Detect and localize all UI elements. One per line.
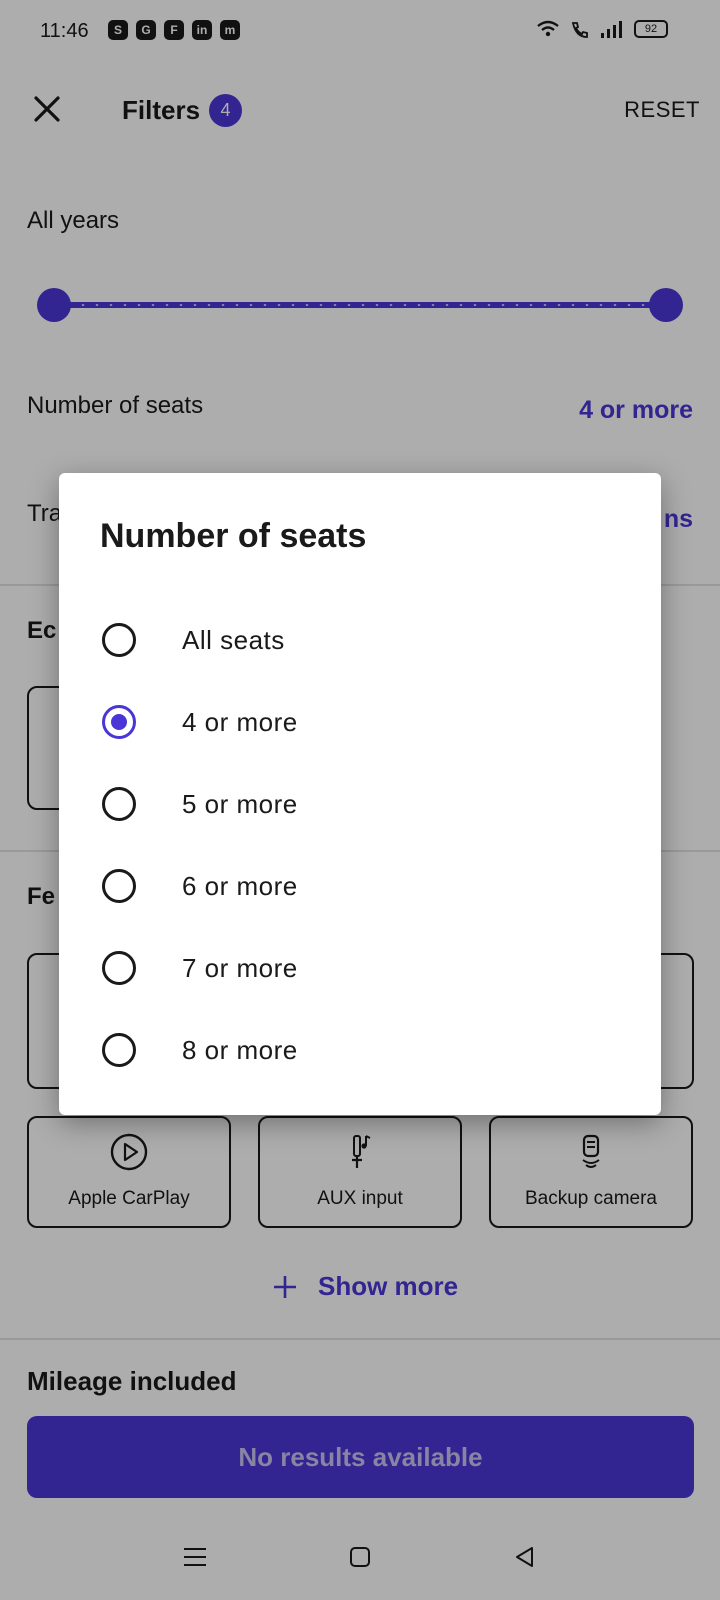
seats-option-7[interactable]: 7 or more — [59, 927, 661, 1009]
option-label: 7 or more — [182, 952, 298, 983]
radio-button[interactable] — [102, 869, 136, 903]
option-label: 8 or more — [182, 1034, 298, 1065]
radio-button[interactable] — [102, 951, 136, 985]
seats-option-4[interactable]: 4 or more — [59, 681, 661, 763]
option-label: 6 or more — [182, 870, 298, 901]
radio-button[interactable] — [102, 1033, 136, 1067]
seats-option-8[interactable]: 8 or more — [59, 1009, 661, 1091]
dialog-title: Number of seats — [100, 517, 367, 555]
option-label: All seats — [182, 624, 285, 655]
radio-button[interactable] — [102, 787, 136, 821]
seats-option-5[interactable]: 5 or more — [59, 763, 661, 845]
option-label: 4 or more — [182, 706, 298, 737]
radio-button-selected[interactable] — [102, 705, 136, 739]
seats-dialog: Number of seats All seats 4 or more 5 or… — [59, 473, 661, 1115]
seats-option-all[interactable]: All seats — [59, 599, 661, 681]
radio-button[interactable] — [102, 623, 136, 657]
seats-option-6[interactable]: 6 or more — [59, 845, 661, 927]
option-label: 5 or more — [182, 788, 298, 819]
